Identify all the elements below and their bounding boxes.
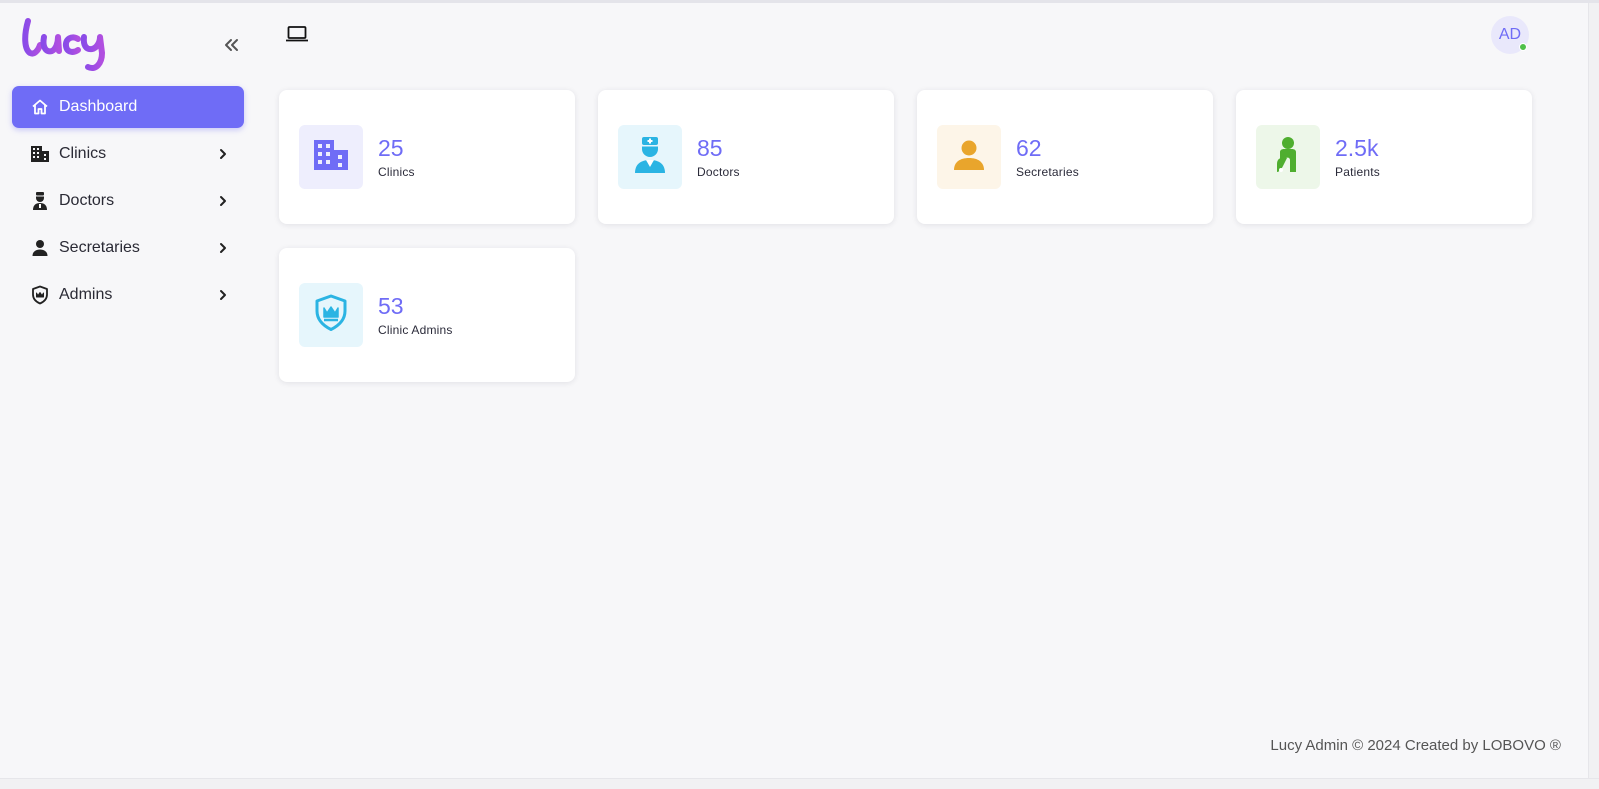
double-chevron-left-icon xyxy=(222,36,240,59)
online-status-dot xyxy=(1519,43,1527,51)
doctor-icon xyxy=(30,191,50,211)
sidebar-item-label: Doctors xyxy=(59,192,115,209)
sidebar-item-label: Admins xyxy=(59,286,113,303)
horizontal-scrollbar[interactable] xyxy=(0,778,1599,789)
sidebar-item-doctors[interactable]: Doctors xyxy=(12,180,244,222)
stat-value: 62 xyxy=(1016,135,1042,161)
sidebar: Dashboard Clinics Doctors Secretaries Ad… xyxy=(0,3,256,778)
stat-tile xyxy=(1256,125,1320,189)
stat-tile xyxy=(299,125,363,189)
sidebar-item-clinics[interactable]: Clinics xyxy=(12,133,244,175)
person-icon xyxy=(30,238,50,258)
stat-label: Clinics xyxy=(378,165,415,179)
stat-card-clinic-admins[interactable]: 53 Clinic Admins xyxy=(279,248,575,382)
stat-label: Patients xyxy=(1335,165,1380,179)
stat-card-clinics[interactable]: 25 Clinics xyxy=(279,90,575,224)
chevron-right-icon xyxy=(216,241,230,255)
stat-card-doctors[interactable]: 85 Doctors xyxy=(598,90,894,224)
shield-crown-icon xyxy=(30,285,50,305)
stat-card-patients[interactable]: 2.5k Patients xyxy=(1236,90,1532,224)
chevron-right-icon xyxy=(216,288,230,302)
chevron-right-icon xyxy=(216,147,230,161)
sidebar-item-secretaries[interactable]: Secretaries xyxy=(12,227,244,269)
stat-value: 53 xyxy=(378,293,404,319)
avatar-initials: AD xyxy=(1498,26,1522,43)
stat-value: 2.5k xyxy=(1335,135,1379,161)
sidebar-item-admins[interactable]: Admins xyxy=(12,274,244,316)
footer-copyright: Lucy Admin © 2024 Created by LOBOVO ® xyxy=(1270,737,1561,754)
stat-tile xyxy=(618,125,682,189)
stat-tile xyxy=(299,283,363,347)
sidebar-item-label: Secretaries xyxy=(59,239,140,256)
chevron-right-icon xyxy=(216,194,230,208)
home-icon xyxy=(30,97,50,117)
lucy-logo[interactable] xyxy=(22,15,122,75)
sidebar-item-label: Clinics xyxy=(59,145,107,162)
sidebar-item-dashboard[interactable]: Dashboard xyxy=(12,86,244,128)
stat-tile xyxy=(937,125,1001,189)
person-icon xyxy=(952,138,986,177)
collapse-sidebar-button[interactable] xyxy=(220,36,242,58)
doctor-icon xyxy=(633,136,667,179)
stat-label: Doctors xyxy=(697,165,740,179)
stat-label: Clinic Admins xyxy=(378,323,453,337)
laptop-icon[interactable] xyxy=(285,24,309,44)
building-icon xyxy=(312,138,350,177)
patient-icon xyxy=(1271,136,1305,179)
stat-value: 85 xyxy=(697,135,723,161)
vertical-scrollbar[interactable] xyxy=(1588,3,1599,778)
building-icon xyxy=(30,144,50,164)
user-avatar[interactable]: AD xyxy=(1491,16,1529,54)
stat-value: 25 xyxy=(378,135,404,161)
sidebar-item-label: Dashboard xyxy=(59,98,138,115)
shield-crown-icon xyxy=(314,294,348,337)
stat-label: Secretaries xyxy=(1016,165,1079,179)
stat-card-secretaries[interactable]: 62 Secretaries xyxy=(917,90,1213,224)
sidebar-nav: Dashboard Clinics Doctors Secretaries Ad… xyxy=(12,86,244,321)
